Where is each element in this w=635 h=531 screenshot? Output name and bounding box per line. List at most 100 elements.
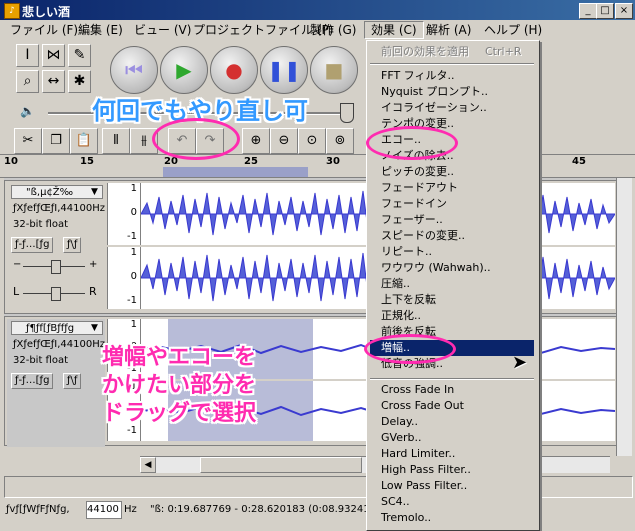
selection-readout: "ß: 0:19.687769 - 0:28.620183 (0:08.9324…: [150, 504, 376, 515]
solo-button[interactable]: ƒ\ƒ: [63, 373, 82, 389]
menu-edit[interactable]: 編集 (E): [72, 22, 129, 38]
stop-icon[interactable]: ■: [310, 46, 358, 94]
draw-tool-icon[interactable]: ✎: [68, 44, 91, 67]
axis-label: 0: [130, 207, 137, 218]
track-control-panel: × ƒ¶ƒf[ƒBƒfƒg ▼ ƒXƒefƒŒƒI,44100Hz 32-bit…: [7, 319, 105, 447]
menu-effects[interactable]: 効果 (C): [364, 21, 424, 39]
zoom-out-icon[interactable]: ⊖: [270, 128, 298, 154]
menu-item-cross-fade-out[interactable]: Cross Fade Out: [381, 398, 464, 414]
menu-item-hard-limiter[interactable]: Hard Limiter..: [381, 446, 455, 462]
track-name[interactable]: "ß,µ¢Ž‰: [11, 185, 103, 199]
track-name[interactable]: ƒ¶ƒf[ƒBƒfƒg: [11, 321, 103, 335]
menu-item-compressor[interactable]: 圧縮..: [381, 276, 410, 292]
menu-help[interactable]: ヘルプ (H): [478, 22, 548, 38]
project-rate-suffix: Hz: [124, 504, 137, 515]
skip-start-icon[interactable]: ⏮: [110, 46, 158, 94]
menu-item-invert[interactable]: 上下を反転: [381, 292, 436, 308]
scroll-thumb[interactable]: [200, 457, 362, 473]
pause-icon[interactable]: ❚❚: [260, 46, 308, 94]
undo-highlight-ellipse: [152, 118, 240, 160]
app-icon: ♪: [4, 3, 20, 19]
axis-label: -1: [127, 231, 137, 242]
menu-item-delay[interactable]: Delay..: [381, 414, 418, 430]
menu-item-normalize[interactable]: 正規化..: [381, 308, 421, 324]
menu-item-equalization[interactable]: イコライゼーション..: [381, 100, 487, 116]
minimize-button[interactable]: _: [579, 3, 597, 19]
gain-plus-icon: +: [89, 259, 98, 270]
fit-project-icon[interactable]: ⊚: [326, 128, 354, 154]
multi-tool-icon[interactable]: ✱: [68, 70, 91, 93]
track-rate: ƒXƒefƒŒƒI,44100Hz: [13, 203, 106, 214]
cut-icon[interactable]: ✂: [14, 128, 42, 154]
axis-label: 0: [130, 271, 137, 282]
speaker-icon: 🔈: [20, 104, 35, 118]
menu-item-repeat[interactable]: リピート..: [381, 244, 432, 260]
menu-item-high-pass[interactable]: High Pass Filter..: [381, 462, 471, 478]
pan-right-icon: R: [89, 285, 97, 298]
menu-separator: [370, 378, 534, 380]
zoom-in-icon[interactable]: ⊕: [242, 128, 270, 154]
menu-item-phaser[interactable]: フェーザー..: [381, 212, 443, 228]
menu-generate[interactable]: 製作 (G): [304, 22, 362, 38]
volume-slider-thumb[interactable]: [340, 103, 354, 123]
ruler-tick: 25: [244, 156, 258, 167]
track-control-panel: × "ß,µ¢Ž‰ ▼ ƒXƒefƒŒƒI,44100Hz 32-bit flo…: [7, 183, 105, 315]
menu-item-low-pass[interactable]: Low Pass Filter..: [381, 478, 467, 494]
menu-item-cross-fade-in[interactable]: Cross Fade In: [381, 382, 454, 398]
scroll-left-icon[interactable]: ◀: [140, 457, 156, 473]
mute-button[interactable]: ƒ-ƒ…[ƒg: [11, 373, 54, 389]
record-icon[interactable]: ●: [210, 46, 258, 94]
track-menu-chevron-icon[interactable]: ▼: [91, 323, 98, 333]
fit-selection-icon[interactable]: ⊙: [298, 128, 326, 154]
vertical-ruler: 1 0 -1: [107, 247, 141, 309]
gain-minus-icon: −: [13, 259, 22, 270]
ruler-tick: 30: [326, 156, 340, 167]
ruler-selection: [163, 167, 308, 177]
zoom-tool-icon[interactable]: ⌕: [16, 70, 39, 93]
mute-button[interactable]: ƒ-ƒ…[ƒg: [11, 237, 54, 253]
close-button[interactable]: ×: [615, 3, 633, 19]
ruler-tick: 10: [4, 156, 18, 167]
menu-item-nyquist[interactable]: Nyquist プロンプト..: [381, 84, 488, 100]
menu-item-shortcut: Ctrl+R: [485, 45, 522, 58]
selection-tool-icon[interactable]: I: [16, 44, 39, 67]
menu-analyze[interactable]: 解析 (A): [420, 22, 477, 38]
title-bar: ♪ 悲しい酒 _ □ ×: [0, 0, 635, 20]
ruler-tick: 15: [80, 156, 94, 167]
menu-item-change-pitch[interactable]: ピッチの変更..: [381, 164, 454, 180]
solo-button[interactable]: ƒ\ƒ: [63, 237, 82, 253]
project-rate-label: ƒvƒ[ƒWƒFƒNƒg,: [6, 504, 70, 515]
menu-bar: ファイル (F) 編集 (E) ビュー (V) プロジェクトファイル (P) 製…: [0, 20, 635, 40]
maximize-button[interactable]: □: [596, 3, 614, 19]
menu-item-fade-out[interactable]: フェードアウト: [381, 180, 458, 196]
menu-item-wahwah[interactable]: ワウワウ (Wahwah)..: [381, 260, 491, 276]
track-format: 32-bit float: [13, 355, 69, 366]
menu-item-sc4[interactable]: SC4..: [381, 494, 410, 510]
play-icon[interactable]: ▶: [160, 46, 208, 94]
menu-item-fft-filter[interactable]: FFT フィルタ..: [381, 68, 454, 84]
window-title: 悲しい酒: [22, 5, 71, 19]
menu-item-repeat-last[interactable]: 前回の効果を適用: [381, 44, 469, 60]
menu-separator: [370, 63, 534, 65]
amplify-highlight-ellipse: [364, 334, 456, 364]
timeshift-tool-icon[interactable]: ↔: [42, 70, 65, 93]
copy-icon[interactable]: ❐: [42, 128, 70, 154]
axis-label: 1: [130, 247, 137, 258]
trim-icon[interactable]: ⫴: [102, 128, 130, 154]
ruler-tick: 45: [572, 156, 586, 167]
pan-slider-thumb[interactable]: [51, 287, 61, 301]
project-rate-input[interactable]: 44100: [86, 501, 122, 519]
axis-label: 1: [130, 319, 137, 330]
axis-label: -1: [127, 295, 137, 306]
menu-item-gverb[interactable]: GVerb..: [381, 430, 421, 446]
menu-item-fade-in[interactable]: フェードイン: [381, 196, 447, 212]
paste-icon[interactable]: 📋: [70, 128, 98, 154]
envelope-tool-icon[interactable]: ⋈: [42, 44, 65, 67]
track-format: 32-bit float: [13, 219, 69, 230]
vertical-scrollbar[interactable]: [616, 178, 632, 456]
track-menu-chevron-icon[interactable]: ▼: [91, 187, 98, 197]
gain-slider-thumb[interactable]: [51, 260, 61, 274]
drag-annotation-line-1: 増幅やエコーを: [102, 345, 257, 370]
menu-item-change-speed[interactable]: スピードの変更..: [381, 228, 465, 244]
menu-item-tremolo[interactable]: Tremolo..: [381, 510, 431, 526]
